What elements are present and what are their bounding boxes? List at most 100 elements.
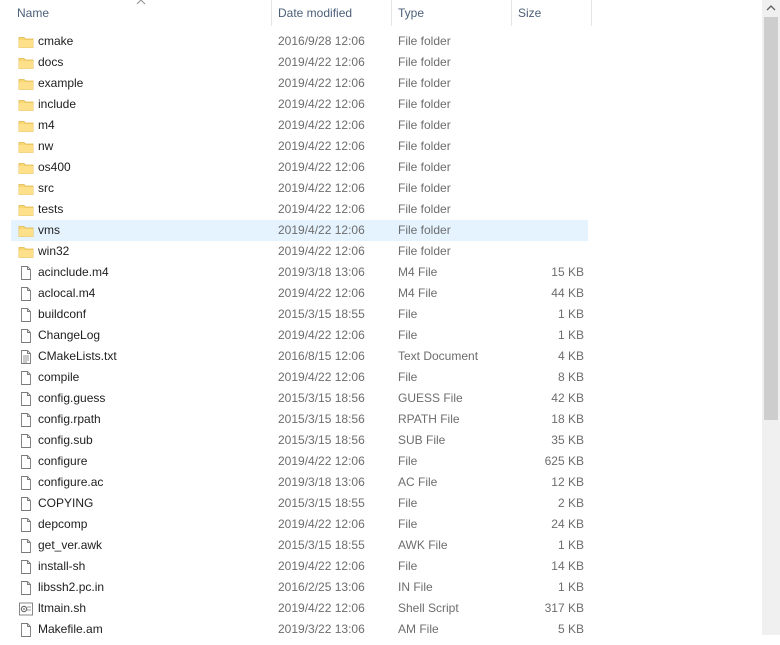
file-date-modified: 2019/4/22 12:06 bbox=[278, 97, 365, 111]
vertical-scrollbar[interactable] bbox=[762, 0, 780, 635]
file-row[interactable]: config.sub 2015/3/15 18:56 SUB File 35 KB bbox=[11, 430, 588, 451]
file-row[interactable]: docs 2019/4/22 12:06 File folder bbox=[11, 52, 588, 73]
file-icon bbox=[18, 496, 34, 512]
file-row[interactable]: CMakeLists.txt 2016/8/15 12:06 Text Docume… bbox=[11, 346, 588, 367]
file-row[interactable]: vms 2019/4/22 12:06 File folder bbox=[11, 220, 588, 241]
column-divider[interactable] bbox=[591, 0, 592, 26]
file-name: vms bbox=[38, 223, 60, 237]
file-type: File folder bbox=[398, 181, 451, 195]
file-date-modified: 2019/3/18 13:06 bbox=[278, 475, 365, 489]
file-type: GUESS File bbox=[398, 391, 463, 405]
file-date-modified: 2019/4/22 12:06 bbox=[278, 76, 365, 90]
file-row[interactable]: get_ver.awk 2015/3/15 18:55 AWK File 1 KB bbox=[11, 535, 588, 556]
folder-icon bbox=[18, 139, 34, 155]
file-type: SUB File bbox=[398, 433, 446, 447]
file-icon bbox=[18, 517, 34, 533]
file-type: M4 File bbox=[398, 265, 438, 279]
file-name: configure bbox=[38, 454, 88, 468]
file-row[interactable]: install-sh 2019/4/22 12:06 File 14 KB bbox=[11, 556, 588, 577]
scroll-up-arrow-icon[interactable] bbox=[762, 0, 780, 17]
file-icon bbox=[18, 265, 34, 281]
file-name: example bbox=[38, 76, 84, 90]
file-name: m4 bbox=[38, 118, 55, 132]
file-date-modified: 2015/3/15 18:55 bbox=[278, 496, 365, 510]
file-type: File bbox=[398, 307, 418, 321]
file-date-modified: 2019/4/22 12:06 bbox=[278, 181, 365, 195]
file-date-modified: 2019/4/22 12:06 bbox=[278, 517, 365, 531]
file-size: 42 KB bbox=[551, 391, 584, 405]
folder-icon bbox=[18, 76, 34, 92]
file-row[interactable]: aclocal.m4 2019/4/22 12:06 M4 File 44 KB bbox=[11, 283, 588, 304]
column-header-name[interactable]: Name bbox=[11, 0, 271, 26]
file-row[interactable]: m4 2019/4/22 12:06 File folder bbox=[11, 115, 588, 136]
file-row[interactable]: nw 2019/4/22 12:06 File folder bbox=[11, 136, 588, 157]
file-type: Shell Script bbox=[398, 601, 459, 615]
file-row[interactable]: src 2019/4/22 12:06 File folder bbox=[11, 178, 588, 199]
file-name: config.sub bbox=[38, 433, 93, 447]
script-file-icon bbox=[18, 601, 34, 617]
file-row[interactable]: acinclude.m4 2019/3/18 13:06 M4 File 15 KB bbox=[11, 262, 588, 283]
file-size: 44 KB bbox=[551, 286, 584, 300]
file-type: File folder bbox=[398, 202, 451, 216]
file-date-modified: 2019/4/22 12:06 bbox=[278, 286, 365, 300]
file-row[interactable]: configure.ac 2019/3/18 13:06 AC File 12 KB bbox=[11, 472, 588, 493]
file-date-modified: 2016/2/25 13:06 bbox=[278, 580, 365, 594]
column-header-size[interactable]: Size bbox=[512, 0, 592, 26]
file-type: File folder bbox=[398, 76, 451, 90]
file-name: COPYING bbox=[38, 496, 94, 510]
file-icon bbox=[18, 538, 34, 554]
file-name: ChangeLog bbox=[38, 328, 101, 342]
file-type: AWK File bbox=[398, 538, 448, 552]
file-row[interactable]: Makefile.am 2019/3/22 13:06 AM File 5 KB bbox=[11, 619, 588, 640]
file-name: docs bbox=[38, 55, 64, 69]
file-date-modified: 2015/3/15 18:55 bbox=[278, 538, 365, 552]
file-row[interactable]: include 2019/4/22 12:06 File folder bbox=[11, 94, 588, 115]
scrollbar-thumb[interactable] bbox=[764, 17, 778, 420]
file-row[interactable]: config.guess 2015/3/15 18:56 GUESS File 42 … bbox=[11, 388, 588, 409]
file-type: File folder bbox=[398, 97, 451, 111]
file-name: depcomp bbox=[38, 517, 88, 531]
file-date-modified: 2019/4/22 12:06 bbox=[278, 328, 365, 342]
file-name: libssh2.pc.in bbox=[38, 580, 105, 594]
file-name: config.guess bbox=[38, 391, 106, 405]
folder-icon bbox=[18, 160, 34, 176]
file-icon bbox=[18, 286, 34, 302]
file-name: ltmain.sh bbox=[38, 601, 87, 615]
file-date-modified: 2019/4/22 12:06 bbox=[278, 202, 365, 216]
file-row[interactable]: win32 2019/4/22 12:06 File folder bbox=[11, 241, 588, 262]
file-row[interactable]: compile 2019/4/22 12:06 File 8 KB bbox=[11, 367, 588, 388]
folder-icon bbox=[18, 55, 34, 71]
file-name: config.rpath bbox=[38, 412, 101, 426]
file-row[interactable]: os400 2019/4/22 12:06 File folder bbox=[11, 157, 588, 178]
column-header-date-modified[interactable]: Date modified bbox=[272, 0, 392, 26]
file-date-modified: 2019/4/22 12:06 bbox=[278, 370, 365, 384]
file-name: nw bbox=[38, 139, 54, 153]
file-row[interactable]: config.rpath 2015/3/15 18:56 RPATH File 18 … bbox=[11, 409, 588, 430]
file-name: get_ver.awk bbox=[38, 538, 103, 552]
file-name: buildconf bbox=[38, 307, 87, 321]
file-name: acinclude.m4 bbox=[38, 265, 109, 279]
file-row[interactable]: ChangeLog 2019/4/22 12:06 File 1 KB bbox=[11, 325, 588, 346]
file-row[interactable]: buildconf 2015/3/15 18:55 File 1 KB bbox=[11, 304, 588, 325]
file-date-modified: 2015/3/15 18:56 bbox=[278, 433, 365, 447]
file-name: install-sh bbox=[38, 559, 86, 573]
file-type: File folder bbox=[398, 34, 451, 48]
file-row[interactable]: libssh2.pc.in 2016/2/25 13:06 IN File 1 KB bbox=[11, 577, 588, 598]
column-header-type[interactable]: Type bbox=[392, 0, 512, 26]
file-row[interactable]: configure 2019/4/22 12:06 File 625 KB bbox=[11, 451, 588, 472]
file-size: 2 KB bbox=[557, 496, 584, 510]
file-type: File bbox=[398, 454, 418, 468]
file-type: Text Document bbox=[398, 349, 479, 363]
file-row[interactable]: example 2019/4/22 12:06 File folder bbox=[11, 73, 588, 94]
file-row[interactable]: tests 2019/4/22 12:06 File folder bbox=[11, 199, 588, 220]
file-date-modified: 2019/3/18 13:06 bbox=[278, 265, 365, 279]
file-size: 12 KB bbox=[551, 475, 584, 489]
file-row[interactable]: cmake 2016/9/28 12:06 File folder bbox=[11, 31, 588, 52]
file-size: 4 KB bbox=[557, 349, 584, 363]
file-icon bbox=[18, 475, 34, 491]
file-row[interactable]: ltmain.sh 2019/4/22 12:06 Shell Script 317 … bbox=[11, 598, 588, 619]
file-date-modified: 2019/4/22 12:06 bbox=[278, 454, 365, 468]
file-row[interactable]: COPYING 2015/3/15 18:55 File 2 KB bbox=[11, 493, 588, 514]
file-date-modified: 2019/4/22 12:06 bbox=[278, 223, 365, 237]
file-row[interactable]: depcomp 2019/4/22 12:06 File 24 KB bbox=[11, 514, 588, 535]
